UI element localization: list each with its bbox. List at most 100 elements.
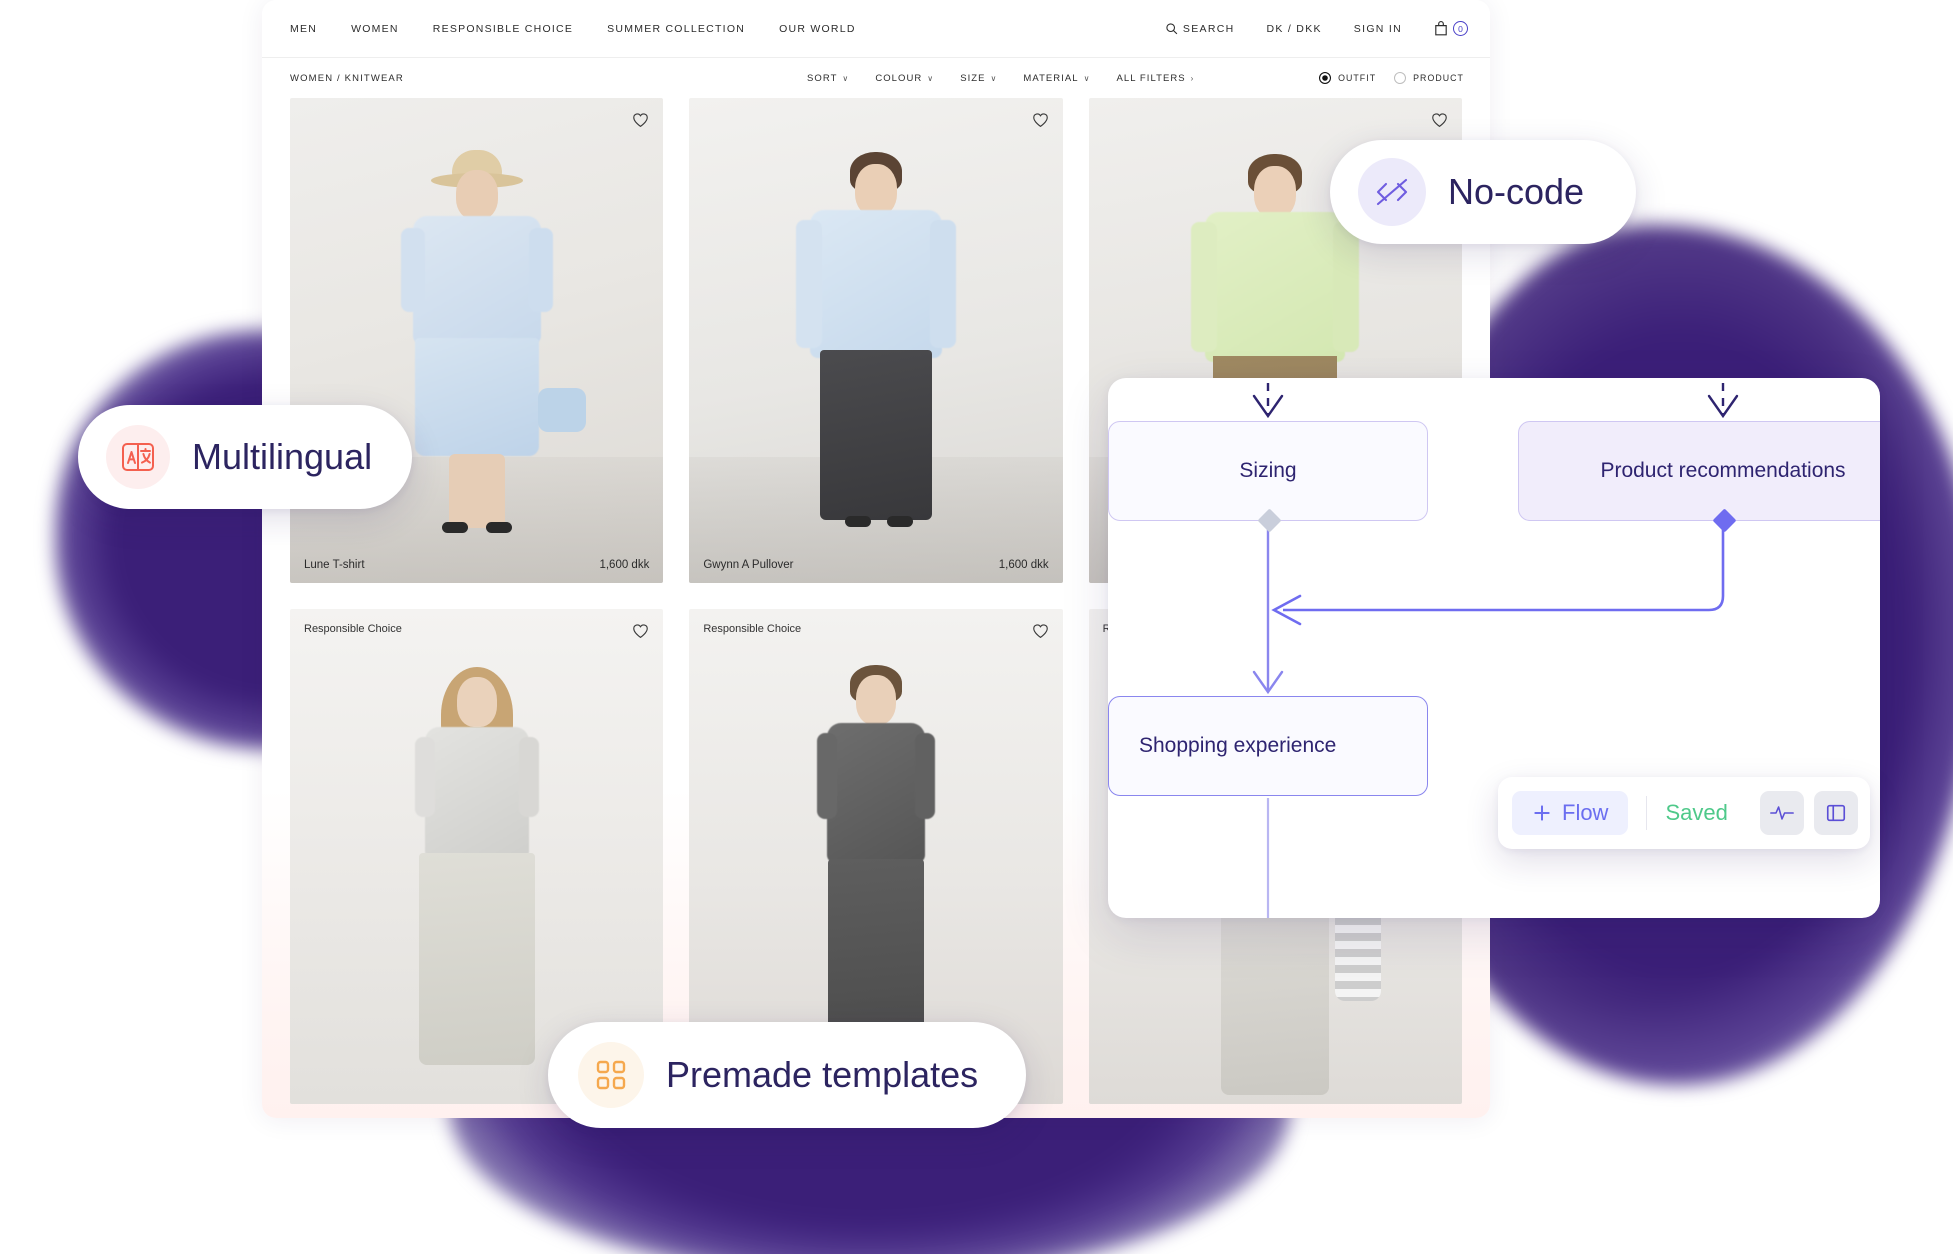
filter-all-filters-label: ALL FILTERS xyxy=(1116,72,1186,84)
store-top-nav: MEN WOMEN RESPONSIBLE CHOICE SUMMER COLL… xyxy=(262,0,1490,58)
scene-shoe xyxy=(442,522,468,533)
filter-size[interactable]: SIZE ∨ xyxy=(960,73,997,84)
filter-material-label: MATERIAL xyxy=(1023,72,1079,84)
wishlist-heart-icon[interactable] xyxy=(632,623,649,644)
filter-sort-label: SORT xyxy=(807,72,838,84)
scene-sweater xyxy=(795,210,956,358)
locale-selector[interactable]: DK / DKK xyxy=(1266,23,1321,35)
code-slash-icon xyxy=(1376,178,1408,206)
flow-node-product-recommendations-label: Product recommendations xyxy=(1600,459,1846,482)
save-status-label: Saved xyxy=(1665,800,1728,825)
view-toggle-product-label: PRODUCT xyxy=(1413,73,1464,83)
translate-icon xyxy=(122,443,154,471)
chevron-down-icon: ∨ xyxy=(990,73,998,83)
grid-squares-icon xyxy=(596,1060,626,1090)
scene-jeans xyxy=(819,350,932,520)
wishlist-heart-icon[interactable] xyxy=(632,112,649,133)
product-card-meta: Lune T-shirt 1,600 dkk xyxy=(290,559,663,571)
scene-trousers xyxy=(418,853,535,1065)
filter-sort[interactable]: SORT ∨ xyxy=(807,73,849,84)
chevron-right-icon: › xyxy=(1190,73,1195,83)
panel-icon xyxy=(1826,804,1845,822)
scene-shoe xyxy=(845,516,872,527)
product-image xyxy=(290,98,664,583)
view-toggle-product[interactable]: PRODUCT xyxy=(1394,72,1464,84)
feature-pill-nocode-label: No-code xyxy=(1448,171,1585,212)
panel-button[interactable] xyxy=(1813,791,1858,835)
feature-pill-multilingual-label: Multilingual xyxy=(192,436,373,477)
responsible-choice-badge: Responsible Choice xyxy=(703,623,802,635)
view-toggle-outfit-label: OUTFIT xyxy=(1338,73,1377,83)
shopping-bag-button[interactable]: 0 xyxy=(1434,21,1468,36)
activity-pulse-icon xyxy=(1769,806,1794,820)
radio-unselected-icon xyxy=(1394,72,1407,84)
filter-colour-label: COLOUR xyxy=(875,72,923,84)
filter-colour[interactable]: COLOUR ∨ xyxy=(875,73,934,84)
scene-head xyxy=(855,675,896,725)
responsible-choice-badge: Responsible Choice xyxy=(304,623,402,635)
scene-handbag xyxy=(538,388,586,432)
nav-link-women[interactable]: WOMEN xyxy=(351,23,399,35)
wishlist-heart-icon[interactable] xyxy=(1032,623,1049,644)
scene-head xyxy=(1254,166,1297,218)
toolbar-divider xyxy=(1646,796,1648,830)
sign-in-link[interactable]: SIGN IN xyxy=(1354,23,1402,35)
store-filter-bar: WOMEN / KNITWEAR SORT ∨ COLOUR ∨ SIZE ∨ MAT… xyxy=(262,58,1490,98)
flow-node-shopping-experience[interactable]: Shopping experience xyxy=(1108,696,1428,796)
wishlist-heart-icon[interactable] xyxy=(1032,112,1049,133)
product-name: Lune T-shirt xyxy=(304,559,365,571)
nav-link-responsible-choice[interactable]: RESPONSIBLE CHOICE xyxy=(433,23,573,35)
flow-toolbar: Flow Saved xyxy=(1498,777,1870,849)
chevron-down-icon: ∨ xyxy=(842,73,850,83)
scene-legs xyxy=(448,454,505,528)
feature-pill-multilingual[interactable]: Multilingual xyxy=(78,405,413,509)
filter-material[interactable]: MATERIAL ∨ xyxy=(1023,73,1090,84)
feature-pill-templates-label: Premade templates xyxy=(666,1054,979,1095)
feature-pill-templates[interactable]: Premade templates xyxy=(548,1022,1027,1128)
code-slash-icon-wrap xyxy=(1358,158,1426,226)
scene-top xyxy=(816,723,935,863)
radio-selected-icon xyxy=(1319,72,1332,84)
add-flow-button[interactable]: Flow xyxy=(1512,791,1629,835)
bag-count-badge: 0 xyxy=(1453,21,1468,36)
search-label: SEARCH xyxy=(1182,22,1235,35)
flow-node-shopping-experience-label: Shopping experience xyxy=(1139,734,1337,757)
product-card[interactable]: Gwynn A Pullover 1,600 dkk xyxy=(689,98,1063,583)
view-toggle-outfit[interactable]: OUTFIT xyxy=(1319,72,1376,84)
feature-pill-nocode[interactable]: No-code xyxy=(1330,140,1637,244)
scene-head xyxy=(455,170,498,220)
product-name: Gwynn A Pullover xyxy=(703,559,794,571)
scene-tote-bag xyxy=(1334,909,1381,1001)
add-flow-label: Flow xyxy=(1562,800,1609,825)
nav-link-our-world[interactable]: OUR WORLD xyxy=(779,23,856,35)
nav-link-men[interactable]: MEN xyxy=(290,23,317,35)
scene-skirt xyxy=(1221,905,1330,1095)
flow-node-sizing-label: Sizing xyxy=(1239,459,1297,482)
search-icon xyxy=(1166,23,1178,35)
scene-shoe xyxy=(486,522,512,533)
scene-head xyxy=(456,677,497,727)
product-image xyxy=(689,98,1063,583)
plus-icon xyxy=(1534,805,1550,821)
product-card-meta: Gwynn A Pullover 1,600 dkk xyxy=(689,559,1062,571)
breadcrumb: WOMEN / KNITWEAR xyxy=(290,72,404,84)
activity-button[interactable] xyxy=(1759,791,1804,835)
nav-link-summer-collection[interactable]: SUMMER COLLECTION xyxy=(607,23,745,35)
scene-sweater xyxy=(1191,212,1360,362)
chevron-down-icon: ∨ xyxy=(1083,73,1091,83)
grid-squares-icon-wrap xyxy=(578,1042,644,1108)
product-card[interactable]: Lune T-shirt 1,600 dkk xyxy=(290,98,664,583)
search-button[interactable]: SEARCH xyxy=(1165,22,1235,35)
flow-node-sizing[interactable]: Sizing xyxy=(1108,421,1428,533)
translate-icon-wrap xyxy=(106,425,170,489)
nav-primary-links: MEN WOMEN RESPONSIBLE CHOICE SUMMER COLL… xyxy=(290,23,856,35)
scene-head xyxy=(854,164,897,216)
product-price: 1,600 dkk xyxy=(998,559,1049,571)
flow-node-product-recommendations[interactable]: Product recommendations xyxy=(1518,421,1880,533)
wishlist-heart-icon[interactable] xyxy=(1431,112,1448,133)
nav-utility-links: SEARCH DK / DKK SIGN IN 0 xyxy=(1165,21,1468,36)
scene-top xyxy=(414,727,539,859)
filter-group: SORT ∨ COLOUR ∨ SIZE ∨ MATERIAL ∨ ALL FILTER… xyxy=(807,73,1194,84)
scene-shoe xyxy=(887,516,914,527)
filter-all-filters[interactable]: ALL FILTERS › xyxy=(1117,73,1195,84)
